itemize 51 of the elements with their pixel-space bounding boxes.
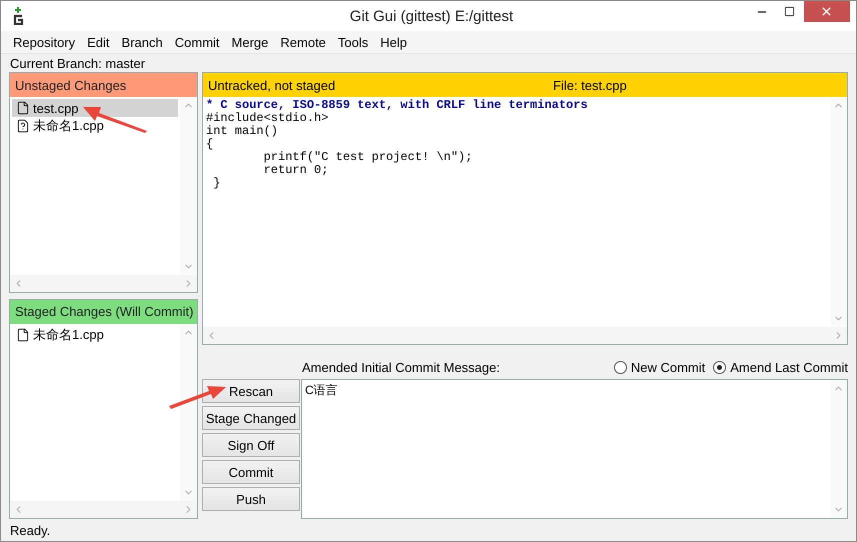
radio-button[interactable]	[614, 360, 627, 374]
diff-file-name: File: test.cpp	[553, 78, 627, 92]
panel-title: Staged Changes (Will Commit)	[10, 300, 197, 324]
current-branch-label: Current Branch: master	[10, 56, 146, 70]
maximize-icon	[784, 6, 796, 17]
horizontal-scrollbar[interactable]	[10, 274, 197, 292]
radio-label[interactable]: Amend Last Commit	[730, 360, 848, 374]
code-line: return 0;	[262, 164, 330, 177]
horizontal-scrollbar[interactable]	[203, 327, 847, 344]
commit-message-label: Amended Initial Commit Message:	[302, 360, 500, 374]
code-line: {	[206, 138, 214, 151]
code-line: }	[212, 177, 222, 190]
close-button[interactable]	[804, 1, 850, 22]
diff-status: Untracked, not staged	[208, 78, 336, 92]
file-item[interactable]: 未命名1.cpp	[12, 117, 178, 135]
radio-button[interactable]	[713, 360, 726, 374]
horizontal-scrollbar[interactable]	[10, 501, 197, 518]
vertical-scrollbar[interactable]	[830, 380, 847, 518]
vertical-scrollbar[interactable]	[830, 97, 847, 327]
panel-title: Unstaged Changes	[10, 73, 197, 97]
commit-message-field[interactable]: C语言	[301, 379, 848, 519]
menu-item[interactable]: Branch	[116, 34, 169, 50]
action-button[interactable]: Sign Off	[202, 433, 300, 457]
action-button[interactable]: Stage Changed	[202, 406, 300, 430]
unknown-file-icon	[16, 119, 30, 133]
git-gui-logo	[11, 7, 25, 25]
vertical-scrollbar[interactable]	[180, 324, 197, 501]
code-line: printf("C test project! \n");	[262, 151, 474, 164]
menu-item[interactable]: Commit	[168, 34, 226, 50]
file-item[interactable]: test.cpp	[12, 99, 178, 117]
radio-label[interactable]: New Commit	[630, 360, 706, 374]
file-item[interactable]: 未命名1.cpp	[12, 326, 178, 344]
menu-item[interactable]: Edit	[81, 34, 116, 50]
menu-item[interactable]: Repository	[7, 34, 82, 50]
menu-item[interactable]: Help	[374, 34, 414, 50]
action-button[interactable]: Commit	[202, 460, 300, 484]
vertical-scrollbar[interactable]	[180, 97, 197, 274]
diff-file-info: * C source, ISO-8859 text, with CRLF line terminators	[206, 99, 589, 112]
close-icon	[820, 5, 834, 18]
menu-item[interactable]: Merge	[226, 34, 274, 50]
status-text: Ready.	[10, 522, 50, 538]
menu-item[interactable]: Tools	[332, 34, 374, 50]
annotation-arrow	[169, 385, 227, 411]
code-line: #include<stdio.h>	[206, 112, 330, 125]
menu-item[interactable]: Remote	[274, 34, 332, 50]
action-button[interactable]: Rescan	[202, 379, 300, 403]
file-icon	[16, 328, 30, 342]
file-icon	[16, 101, 30, 115]
action-button[interactable]: Push	[202, 487, 300, 511]
window-title: Git Gui (gittest) E:/gittest	[348, 8, 514, 24]
code-line: int main()	[206, 125, 280, 138]
